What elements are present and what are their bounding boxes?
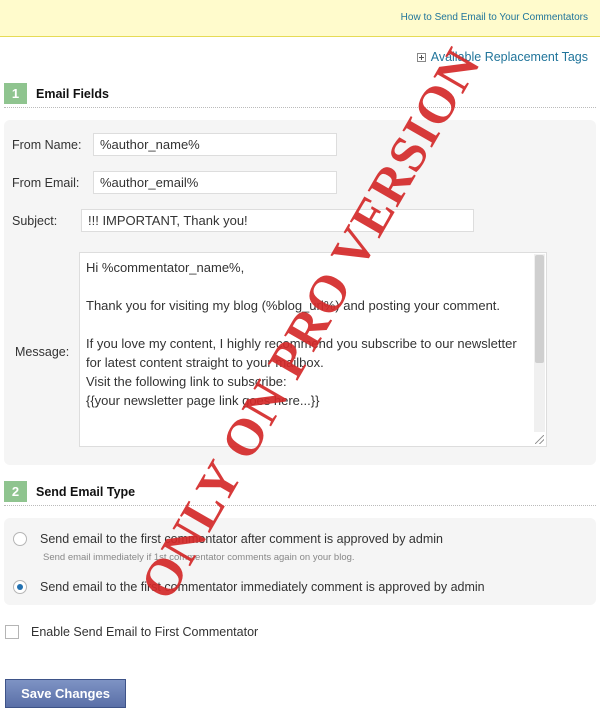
from-name-input[interactable]: %author_name% <box>93 133 337 156</box>
section-number-badge: 1 <box>4 83 27 104</box>
send-after-approval-radio[interactable] <box>13 532 27 546</box>
replacement-tags-label: Available Replacement Tags <box>430 50 588 64</box>
save-changes-button[interactable]: Save Changes <box>5 679 126 708</box>
subject-label: Subject: <box>12 214 58 228</box>
enable-send-email-label: Enable Send Email to First Commentator <box>31 625 259 639</box>
resize-grip-icon[interactable] <box>535 435 544 444</box>
message-text: Hi %commentator_name%, Thank you for vis… <box>86 260 517 408</box>
message-textarea[interactable]: Hi %commentator_name%, Thank you for vis… <box>79 252 547 447</box>
send-after-approval-hint: Send email immediately if 1st commentato… <box>43 552 355 563</box>
how-to-link[interactable]: How to Send Email to Your Commentators <box>401 12 588 23</box>
notice-bar: How to Send Email to Your Commentators <box>0 0 600 37</box>
section-email-fields-header: 1 Email Fields <box>4 80 596 108</box>
expand-plus-icon <box>416 52 426 62</box>
section-number-badge: 2 <box>4 481 27 502</box>
section-title: Email Fields <box>36 86 109 101</box>
from-email-label: From Email: <box>12 176 80 190</box>
subject-input[interactable]: !!! IMPORTANT, Thank you! <box>81 209 474 232</box>
send-immediately-label: Send email to the first commentator imme… <box>40 580 485 594</box>
scrollbar-thumb[interactable] <box>535 255 544 363</box>
from-name-label: From Name: <box>12 138 82 152</box>
section-send-type-header: 2 Send Email Type <box>4 478 596 506</box>
send-after-approval-label: Send email to the first commentator afte… <box>40 532 443 546</box>
enable-send-email-checkbox[interactable] <box>5 625 19 639</box>
message-label: Message: <box>15 345 70 359</box>
replacement-tags-toggle[interactable]: Available Replacement Tags <box>416 50 588 64</box>
from-email-input[interactable]: %author_email% <box>93 171 337 194</box>
message-scrollbar[interactable] <box>534 254 545 432</box>
send-immediately-radio[interactable] <box>13 580 27 594</box>
section-title: Send Email Type <box>36 484 136 499</box>
